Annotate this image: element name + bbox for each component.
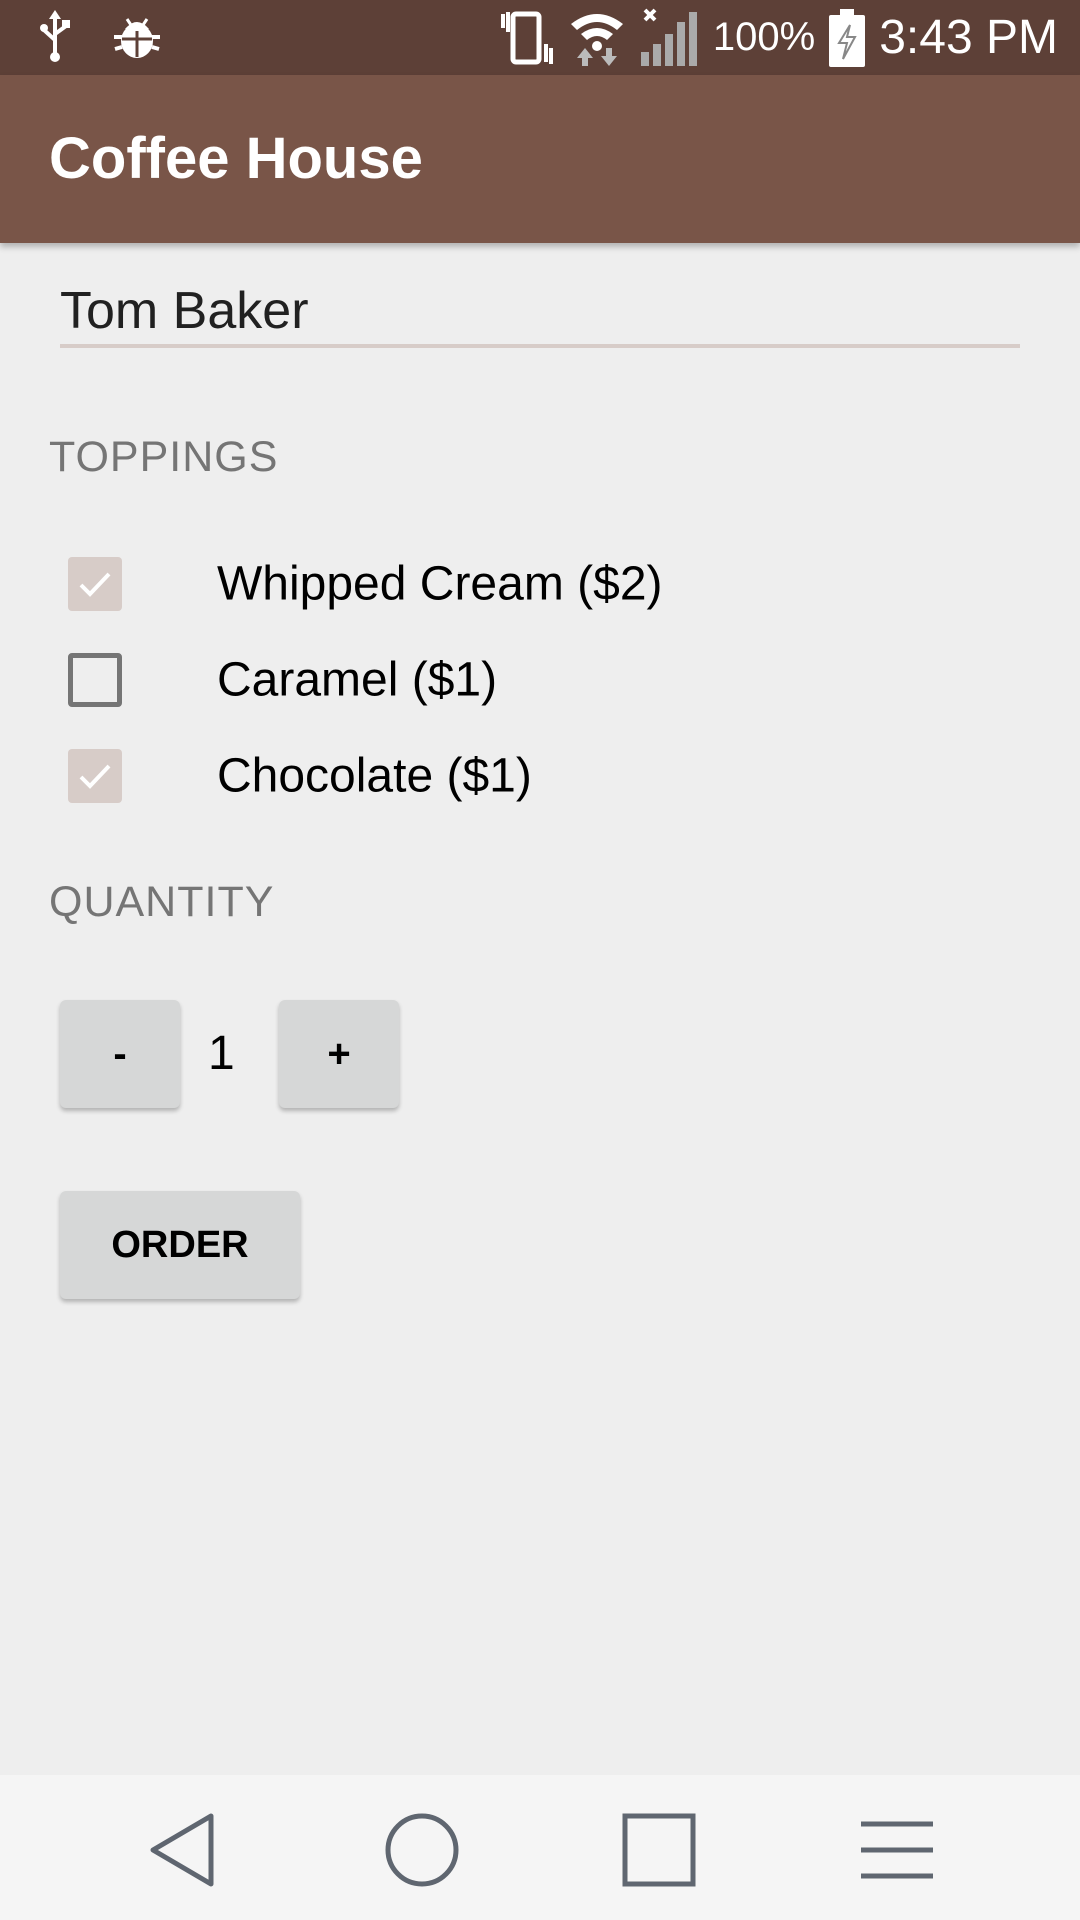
topping-chocolate-row[interactable]: Chocolate ($1)	[68, 736, 532, 816]
caramel-label: Caramel ($1)	[217, 653, 498, 707]
clock: 3:43 PM	[879, 11, 1058, 64]
order-button[interactable]: ORDER	[60, 1191, 300, 1299]
vibrate-icon	[499, 10, 555, 66]
usb-icon	[38, 10, 72, 62]
check-icon	[79, 764, 111, 789]
quantity-heading: QUANTITY	[49, 878, 275, 926]
chocolate-checkbox[interactable]	[68, 749, 122, 803]
menu-icon[interactable]	[857, 1810, 937, 1890]
whipped-cream-label: Whipped Cream ($2)	[217, 557, 663, 611]
name-input[interactable]	[60, 278, 1020, 348]
signal-icon	[639, 8, 699, 68]
wifi-icon	[569, 10, 625, 66]
toppings-heading: TOPPINGS	[49, 433, 279, 481]
app-title: Coffee House	[49, 126, 423, 191]
back-icon[interactable]	[145, 1810, 225, 1890]
topping-whipped-cream-row[interactable]: Whipped Cream ($2)	[68, 544, 663, 624]
status-bar: 100% 3:43 PM	[0, 0, 1080, 75]
chocolate-label: Chocolate ($1)	[217, 749, 532, 803]
app-bar: Coffee House	[0, 75, 1080, 243]
battery-charging-icon	[829, 8, 866, 67]
recents-icon[interactable]	[619, 1810, 699, 1890]
home-icon[interactable]	[382, 1810, 462, 1890]
check-icon	[79, 572, 111, 597]
decrement-button[interactable]: -	[60, 1000, 180, 1108]
bug-icon	[112, 11, 162, 61]
caramel-checkbox[interactable]	[68, 653, 122, 707]
order-form: TOPPINGS Whipped Cream ($2) Caramel ($1)…	[0, 243, 1080, 1775]
increment-button[interactable]: +	[279, 1000, 399, 1108]
navigation-bar	[0, 1775, 1080, 1920]
battery-percent: 100%	[712, 15, 816, 59]
quantity-value: 1	[208, 1027, 235, 1080]
topping-caramel-row[interactable]: Caramel ($1)	[68, 640, 497, 720]
whipped-cream-checkbox[interactable]	[68, 557, 122, 611]
